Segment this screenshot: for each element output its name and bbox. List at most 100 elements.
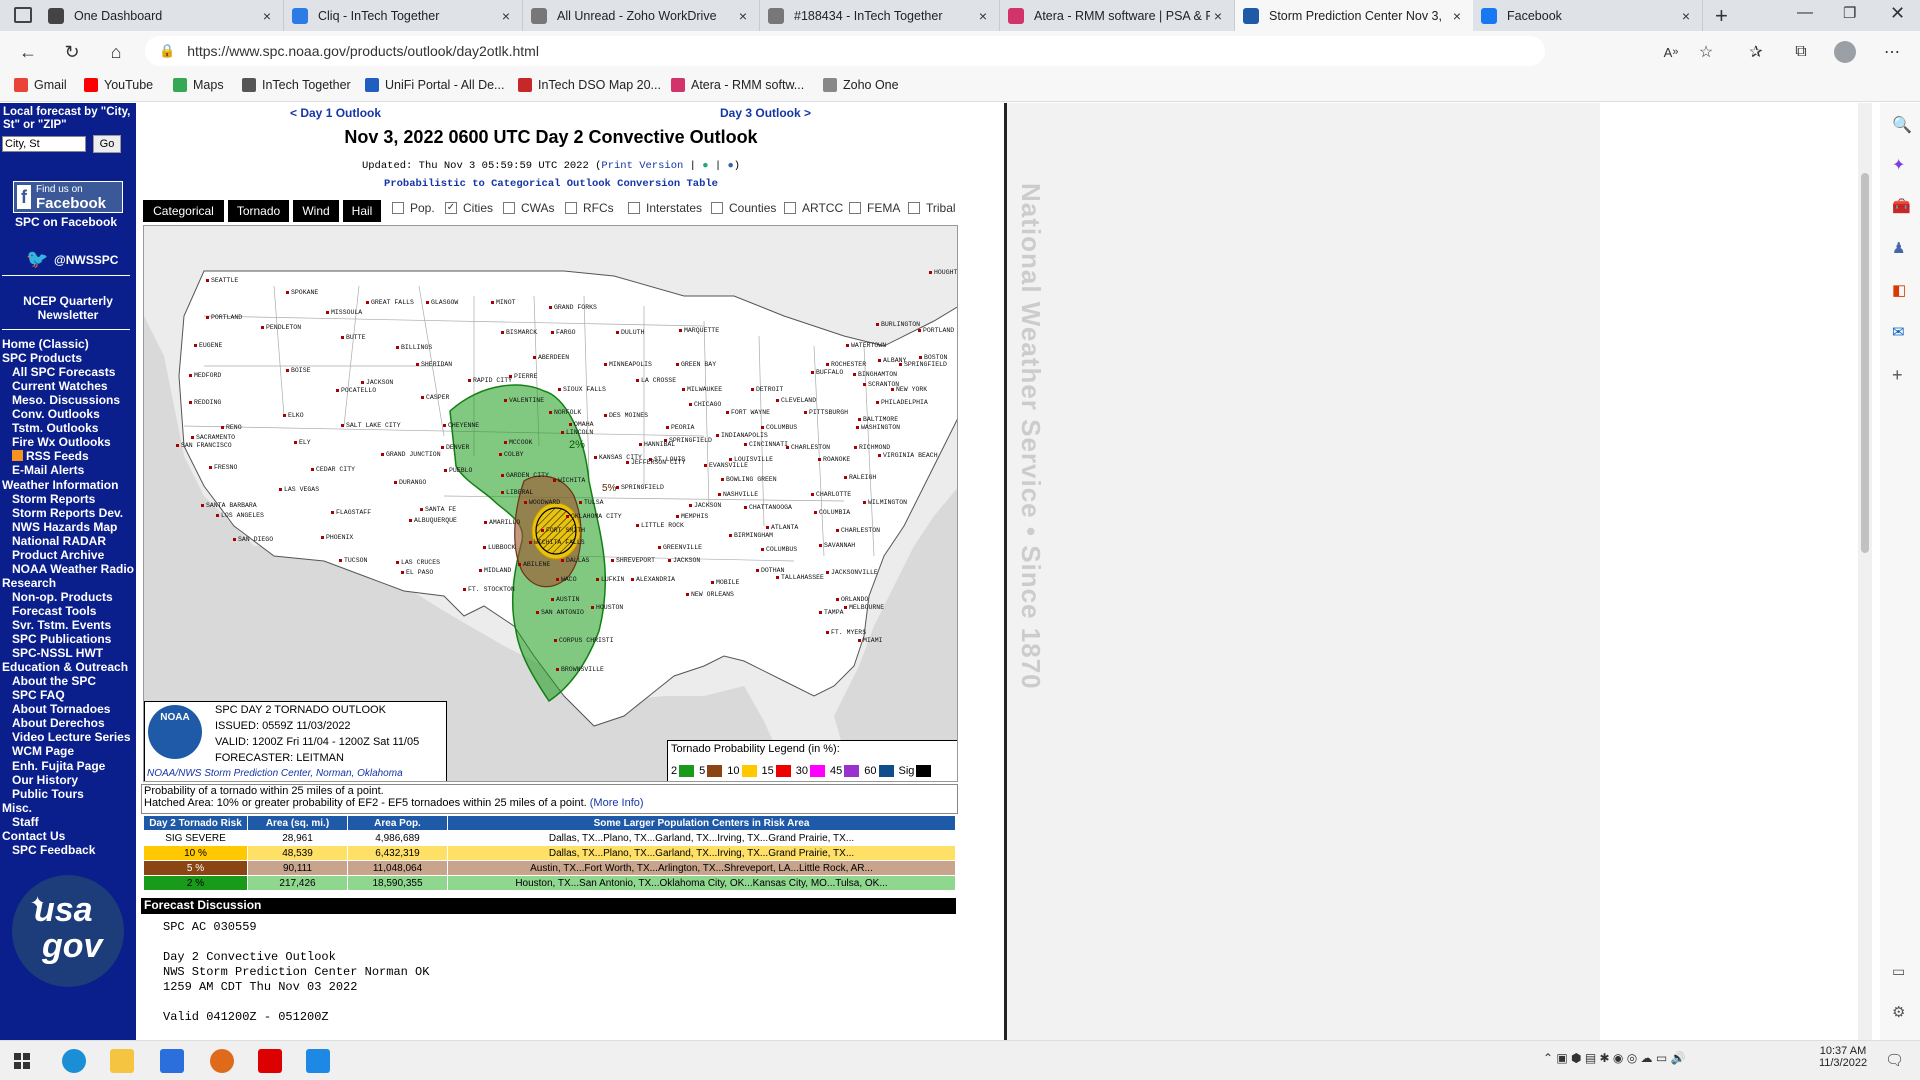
tab-close-icon[interactable]: × <box>1210 8 1226 24</box>
system-tray-icons[interactable]: ⌃ ▣ ⬢ ▤ ✱ ◉ ◎ ☁ ▭ 🔊 <box>1543 1051 1686 1065</box>
menu-icon[interactable]: ⋯ <box>1878 38 1906 66</box>
nav-link[interactable]: Non-op. Products <box>12 590 113 604</box>
nav-link[interactable]: E-Mail Alerts <box>12 463 84 477</box>
tab-close-icon[interactable]: × <box>1449 8 1465 24</box>
browser-tab[interactable]: Atera - RMM software | PSA & R × <box>1000 0 1235 31</box>
nav-link[interactable]: SPC Publications <box>12 632 111 646</box>
nav-link[interactable]: NOAA Weather Radio <box>12 562 134 576</box>
overlay-checkbox[interactable]: Interstates <box>628 201 702 215</box>
app-icon[interactable] <box>210 1049 234 1073</box>
ncep-line1[interactable]: NCEP Quarterly <box>0 294 136 308</box>
fb-caption[interactable]: SPC on Facebook <box>15 215 117 229</box>
nav-link[interactable]: Our History <box>12 773 78 787</box>
nav-link[interactable]: Storm Reports <box>12 492 95 506</box>
restore-icon[interactable]: ❐ <box>1843 4 1856 22</box>
checkbox-box[interactable] <box>503 202 515 214</box>
overlay-checkbox[interactable]: ARTCC <box>784 201 843 215</box>
home-icon[interactable]: ⌂ <box>102 38 130 66</box>
collections-icon[interactable]: ⧉ <box>1787 38 1815 66</box>
games-icon[interactable]: ♟ <box>1892 239 1905 257</box>
nav-link[interactable]: All SPC Forecasts <box>12 365 115 379</box>
overlay-checkbox[interactable]: RFCs <box>565 201 614 215</box>
overlay-checkbox[interactable]: Counties <box>711 201 776 215</box>
twitter-handle[interactable]: @NWSSPC <box>54 253 118 267</box>
nav-link[interactable]: Forecast Tools <box>12 604 96 618</box>
bookmark-item[interactable]: YouTube <box>84 78 153 92</box>
nav-link[interactable]: Product Archive <box>12 548 104 562</box>
nav-link[interactable]: Misc. <box>2 801 32 815</box>
more-info-link[interactable]: (More Info) <box>590 797 644 809</box>
store-icon[interactable] <box>160 1049 184 1073</box>
settings-gear-icon[interactable]: ⚙ <box>1892 1003 1905 1021</box>
checkbox-box[interactable] <box>711 202 723 214</box>
checkbox-box[interactable]: ✓ <box>445 202 457 214</box>
new-tab-icon[interactable]: + <box>1715 3 1728 29</box>
nav-link[interactable]: SPC FAQ <box>12 688 65 702</box>
tab-close-icon[interactable]: × <box>1678 8 1694 24</box>
search-icon[interactable]: 🔍 <box>1892 115 1912 135</box>
nav-link[interactable]: Current Watches <box>12 379 108 393</box>
overlay-checkbox[interactable]: Pop. <box>392 201 435 215</box>
checkbox-box[interactable] <box>392 202 404 214</box>
remote-app-icon[interactable] <box>306 1049 330 1073</box>
nav-link[interactable]: Weather Information <box>2 478 118 492</box>
nav-link[interactable]: WCM Page <box>12 744 74 758</box>
nav-link[interactable]: Staff <box>12 815 39 829</box>
outlook-type-button[interactable]: Categorical <box>143 200 224 222</box>
nav-link[interactable]: Enh. Fujita Page <box>12 759 105 773</box>
nav-link[interactable]: Video Lecture Series <box>12 730 131 744</box>
tab-close-icon[interactable]: × <box>975 8 991 24</box>
print-version-link[interactable]: Print Version <box>601 160 683 172</box>
refresh-icon[interactable]: ↻ <box>58 38 86 66</box>
nav-link[interactable]: Meso. Discussions <box>12 393 120 407</box>
overlay-checkbox[interactable]: CWAs <box>503 201 555 215</box>
nav-link[interactable]: Svr. Tstm. Events <box>12 618 111 632</box>
overlay-checkbox[interactable]: Tribal <box>908 201 956 215</box>
clock[interactable]: 10:37 AM 11/3/2022 <box>1815 1045 1871 1069</box>
checkbox-box[interactable] <box>849 202 861 214</box>
browser-tab[interactable]: Storm Prediction Center Nov 3, × <box>1235 0 1473 31</box>
bookmark-item[interactable]: UniFi Portal - All De... <box>365 78 504 92</box>
nav-link[interactable]: About Derechos <box>12 716 105 730</box>
bookmark-item[interactable]: Atera - RMM softw... <box>671 78 804 92</box>
edge-taskbar-icon[interactable] <box>62 1049 86 1073</box>
scrollbar-thumb[interactable] <box>1861 173 1869 553</box>
checkbox-box[interactable] <box>784 202 796 214</box>
minimize-icon[interactable]: — <box>1797 4 1813 22</box>
outlook-type-button[interactable]: Hail <box>343 200 381 222</box>
checkbox-box[interactable] <box>908 202 920 214</box>
nav-link[interactable]: Fire Wx Outlooks <box>12 435 111 449</box>
tab-close-icon[interactable]: × <box>259 8 275 24</box>
sidebar-panel-icon[interactable]: ▭ <box>1892 963 1905 980</box>
checkbox-box[interactable] <box>628 202 640 214</box>
nav-link[interactable]: Tstm. Outlooks <box>12 421 98 435</box>
bookmark-item[interactable]: Zoho One <box>823 78 899 92</box>
browser-tab[interactable]: Facebook × <box>1473 0 1703 31</box>
office-icon[interactable]: ◧ <box>1892 281 1906 299</box>
nav-link[interactable]: Storm Reports Dev. <box>12 506 123 520</box>
nav-link[interactable]: NWS Hazards Map <box>12 520 117 534</box>
browser-tab[interactable]: #188434 - InTech Together × <box>760 0 1000 31</box>
nav-link[interactable]: Home (Classic) <box>2 337 89 351</box>
outlook-type-button[interactable]: Wind <box>293 200 339 222</box>
local-forecast-input[interactable] <box>2 136 86 152</box>
favorite-star-icon[interactable]: ☆ <box>1692 38 1720 66</box>
netflix-icon[interactable] <box>258 1049 282 1073</box>
outlook-type-button[interactable]: Tornado <box>228 200 289 222</box>
nav-link[interactable]: Public Tours <box>12 787 84 801</box>
usagov-logo[interactable]: usa gov ✦ <box>12 875 124 987</box>
shopping-icon[interactable]: 🧰 <box>1892 197 1911 215</box>
overlay-checkbox[interactable]: FEMA <box>849 201 900 215</box>
nav-link[interactable]: Education & Outreach <box>2 660 128 674</box>
nav-link[interactable]: SPC-NSSL HWT <box>12 646 103 660</box>
profile-avatar[interactable] <box>1834 41 1856 63</box>
tab-close-icon[interactable]: × <box>498 8 514 24</box>
favorites-icon[interactable]: ✰ <box>1742 38 1770 66</box>
bookmark-item[interactable]: InTech DSO Map 20... <box>518 78 661 92</box>
browser-tab[interactable]: All Unread - Zoho WorkDrive × <box>523 0 760 31</box>
nav-link[interactable]: National RADAR <box>12 534 106 548</box>
nav-link[interactable]: Conv. Outlooks <box>12 407 100 421</box>
start-icon[interactable] <box>14 1053 30 1069</box>
notifications-icon[interactable]: 🗨 <box>1885 1051 1904 1069</box>
bookmark-item[interactable]: InTech Together <box>242 78 351 92</box>
